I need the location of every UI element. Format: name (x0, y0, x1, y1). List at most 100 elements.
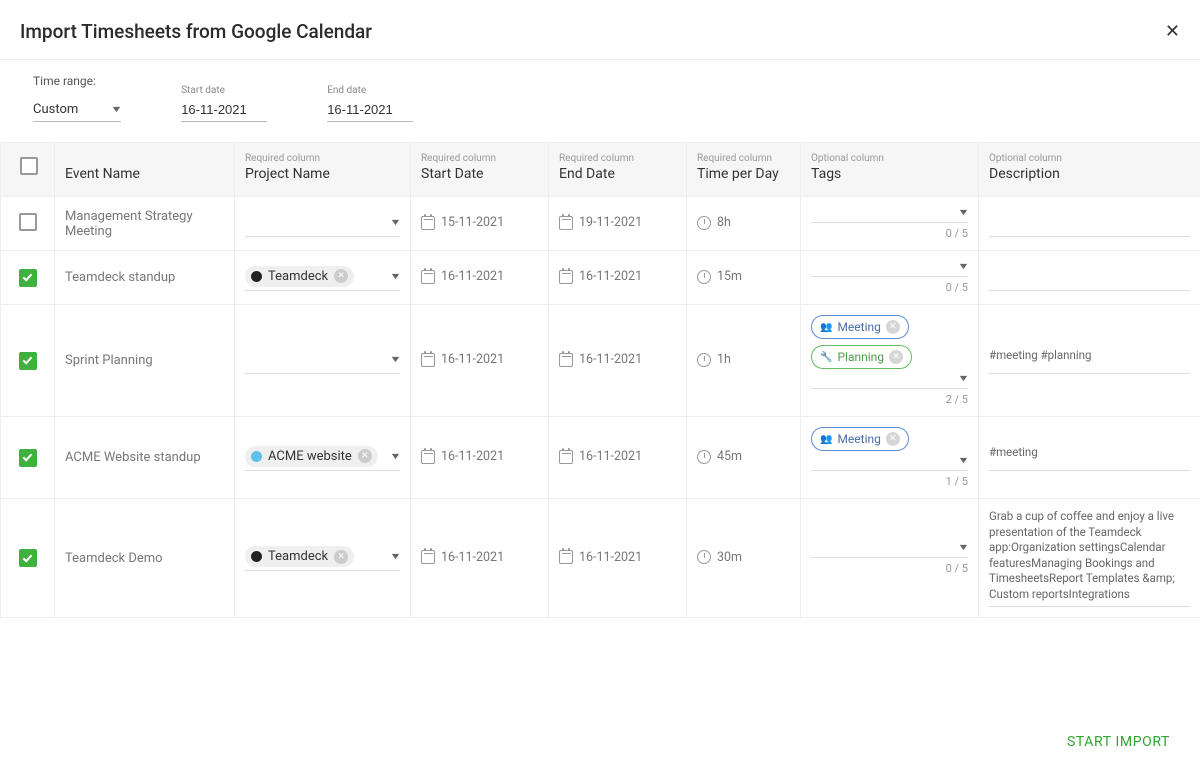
table-row: Teamdeck DemoTeamdeck▼16-11-202116-11-20… (1, 499, 1200, 618)
row-checkbox[interactable] (19, 269, 37, 287)
row-checkbox[interactable] (19, 352, 37, 370)
tags-select[interactable]: ▼ (811, 455, 968, 471)
project-dot-icon (251, 551, 262, 562)
time-per-day-cell[interactable]: 30m (697, 545, 790, 571)
remove-project-icon[interactable] (358, 449, 372, 463)
project-name: Teamdeck (268, 269, 328, 284)
col-start-date: Required column Start Date (411, 143, 549, 197)
start-date-input[interactable] (181, 100, 267, 122)
time-per-day-cell[interactable]: 1h (697, 348, 790, 374)
calendar-icon (421, 216, 435, 230)
people-icon: 👥 (820, 322, 832, 333)
end-date-cell[interactable]: 16-11-2021 (559, 545, 676, 571)
description-input[interactable]: Grab a cup of coffee and enjoy a live pr… (989, 509, 1190, 607)
project-chip[interactable]: Teamdeck (245, 546, 354, 567)
start-import-button[interactable]: START IMPORT (1067, 734, 1170, 750)
calendar-icon (559, 270, 573, 284)
end-date-input[interactable] (327, 100, 413, 122)
table-row: Teamdeck standupTeamdeck▼16-11-202116-11… (1, 251, 1200, 305)
time-value: 15m (717, 269, 742, 284)
time-range-row: Time range: Custom ▼ Start date End date (0, 60, 1200, 126)
date-value: 16-11-2021 (441, 269, 504, 284)
select-all-header (1, 143, 55, 197)
description-input[interactable]: #meeting (989, 445, 1190, 471)
project-select[interactable]: Teamdeck ▼ (245, 265, 400, 291)
chevron-down-icon: ▼ (389, 271, 401, 282)
end-date-cell[interactable]: 19-11-2021 (559, 211, 676, 237)
tag-count: 0 / 5 (811, 227, 968, 240)
time-per-day-cell[interactable]: 45m (697, 445, 790, 471)
import-table: Event Name Required column Project Name … (0, 142, 1200, 618)
chevron-down-icon: ▼ (957, 455, 969, 466)
project-select[interactable]: ACME website ▼ (245, 445, 400, 471)
row-checkbox[interactable] (19, 449, 37, 467)
time-range-mode-select[interactable]: Custom ▼ (33, 100, 121, 122)
start-date-cell[interactable]: 15-11-2021 (421, 211, 538, 237)
tag-pill[interactable]: 🔧Planning (811, 345, 912, 369)
row-checkbox[interactable] (19, 213, 37, 231)
clock-icon (697, 550, 711, 564)
remove-tag-icon[interactable] (886, 320, 900, 334)
time-value: 1h (717, 352, 731, 367)
project-select[interactable]: ▼ (245, 348, 400, 374)
event-name: ACME Website standup (65, 450, 201, 465)
description-input[interactable] (989, 211, 1190, 237)
remove-project-icon[interactable] (334, 269, 348, 283)
calendar-icon (559, 450, 573, 464)
project-name: Teamdeck (268, 549, 328, 564)
chevron-down-icon: ▼ (389, 451, 401, 462)
start-date-cell[interactable]: 16-11-2021 (421, 545, 538, 571)
time-per-day-cell[interactable]: 15m (697, 265, 790, 291)
dialog-title: Import Timesheets from Google Calendar (20, 20, 372, 43)
project-name: ACME website (268, 449, 352, 464)
calendar-icon (421, 550, 435, 564)
calendar-icon (559, 216, 573, 230)
select-all-checkbox[interactable] (20, 157, 38, 175)
remove-tag-icon[interactable] (889, 350, 903, 364)
project-chip[interactable]: ACME website (245, 446, 378, 467)
event-name: Management Strategy Meeting (65, 209, 193, 239)
tag-count: 0 / 5 (811, 562, 968, 575)
project-chip[interactable]: Teamdeck (245, 266, 354, 287)
tag-pill[interactable]: 👥Meeting (811, 427, 909, 451)
tag-pill[interactable]: 👥Meeting (811, 315, 909, 339)
time-per-day-cell[interactable]: 8h (697, 211, 790, 237)
close-icon[interactable]: ✕ (1165, 23, 1180, 41)
description-input[interactable] (989, 265, 1190, 291)
tags-select[interactable]: ▼ (811, 261, 968, 277)
row-checkbox[interactable] (19, 549, 37, 567)
chevron-down-icon: ▼ (957, 207, 969, 218)
end-date-label: End date (327, 85, 413, 96)
date-value: 16-11-2021 (579, 269, 642, 284)
start-date-cell[interactable]: 16-11-2021 (421, 265, 538, 291)
chevron-down-icon: ▼ (389, 551, 401, 562)
tag-count: 0 / 5 (811, 281, 968, 294)
remove-tag-icon[interactable] (886, 432, 900, 446)
remove-project-icon[interactable] (334, 550, 348, 564)
table-row: Sprint Planning▼16-11-202116-11-20211h👥M… (1, 305, 1200, 417)
project-select[interactable]: Teamdeck ▼ (245, 545, 400, 571)
col-project-name: Required column Project Name (235, 143, 411, 197)
dialog-header: Import Timesheets from Google Calendar ✕ (0, 0, 1200, 60)
wrench-icon: 🔧 (820, 352, 832, 363)
end-date-cell[interactable]: 16-11-2021 (559, 265, 676, 291)
date-value: 19-11-2021 (579, 215, 642, 230)
tags-select[interactable]: ▼ (811, 373, 968, 389)
start-date-cell[interactable]: 16-11-2021 (421, 445, 538, 471)
description-input[interactable]: #meeting #planning (989, 348, 1190, 374)
table-row: ACME Website standup ACME website ▼ 16-11-2… (1, 417, 1200, 499)
date-value: 16-11-2021 (579, 449, 642, 464)
start-date-cell[interactable]: 16-11-2021 (421, 348, 538, 374)
tags-select[interactable]: ▼ (811, 542, 968, 558)
clock-icon (697, 270, 711, 284)
col-time-per-day: Required column Time per Day (687, 143, 801, 197)
time-value: 30m (717, 550, 742, 565)
tags-select[interactable]: ▼ (811, 207, 968, 223)
chevron-down-icon: ▼ (110, 104, 122, 115)
project-select[interactable]: ▼ (245, 211, 400, 237)
start-date-label: Start date (181, 85, 267, 96)
col-description: Optional column Description (979, 143, 1200, 197)
chevron-down-icon: ▼ (389, 217, 401, 228)
end-date-cell[interactable]: 16-11-2021 (559, 348, 676, 374)
end-date-cell[interactable]: 16-11-2021 (559, 445, 676, 471)
